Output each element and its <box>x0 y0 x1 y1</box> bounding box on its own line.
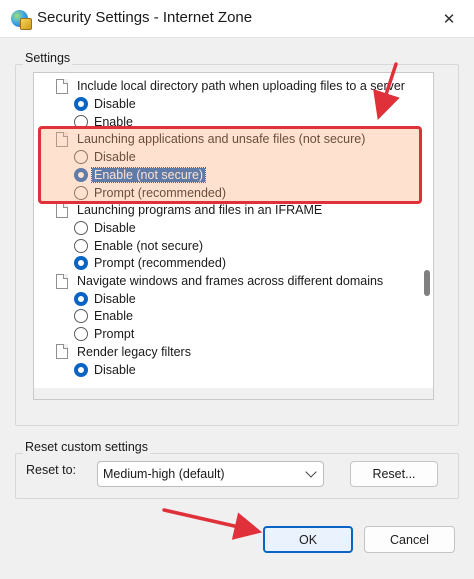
radio-unchecked-icon[interactable] <box>74 327 88 342</box>
arrow-to-ok <box>162 508 263 540</box>
radio-checked-icon[interactable] <box>74 256 88 271</box>
radio-option[interactable]: Disable <box>74 361 136 379</box>
radio-checked-icon[interactable] <box>74 362 88 377</box>
option-label: Enable <box>94 309 133 324</box>
option-label: Disable <box>94 362 136 377</box>
reset-group-label: Reset custom settings <box>23 440 150 454</box>
radio-option[interactable]: Disable <box>74 95 136 113</box>
radio-option[interactable]: Prompt <box>74 325 134 343</box>
radio-unchecked-icon[interactable] <box>74 238 88 253</box>
setting-label: Include local directory path when upload… <box>77 79 405 93</box>
settings-group-label: Settings <box>23 51 73 65</box>
chevron-down-icon <box>305 466 317 478</box>
option-label: Prompt (recommended) <box>94 256 226 271</box>
reset-level-select[interactable]: Medium-high (default) <box>97 461 324 487</box>
page-icon <box>56 344 68 360</box>
cancel-button[interactable]: Cancel <box>364 526 455 553</box>
close-button[interactable]: ✕ <box>432 4 466 34</box>
option-label: Disable <box>94 291 136 306</box>
option-label: Enable (not secure) <box>94 238 204 253</box>
radio-option[interactable]: Prompt (recommended) <box>74 254 226 272</box>
option-label: Disable <box>94 220 136 235</box>
radio-option[interactable]: Disable <box>74 219 136 237</box>
title-bar: Security Settings - Internet Zone ✕ <box>0 0 474 38</box>
window-title: Security Settings - Internet Zone <box>37 9 253 26</box>
page-icon <box>56 78 68 94</box>
radio-checked-icon[interactable] <box>74 291 88 306</box>
setting-row-cut[interactable]: Include local directory path when upload… <box>56 77 405 95</box>
annotation-highlight-box <box>38 126 422 204</box>
radio-unchecked-icon[interactable] <box>74 309 88 324</box>
radio-unchecked-icon[interactable] <box>74 220 88 235</box>
internet-zone-icon <box>11 10 32 30</box>
horizontal-scrollbar[interactable] <box>34 388 433 399</box>
page-icon <box>56 202 68 218</box>
vertical-scrollbar-thumb[interactable] <box>424 270 430 296</box>
ok-button[interactable]: OK <box>263 526 353 553</box>
reset-to-label: Reset to: <box>26 463 77 477</box>
setting-label: Launching programs and files in an IFRAM… <box>77 203 323 218</box>
reset-button[interactable]: Reset... <box>350 461 438 487</box>
setting-row[interactable]: Render legacy filters <box>56 343 191 361</box>
reset-level-value: Medium-high (default) <box>103 467 225 481</box>
page-icon <box>56 273 68 289</box>
settings-list[interactable]: Include local directory path when upload… <box>33 72 434 400</box>
setting-label: Navigate windows and frames across diffe… <box>77 274 384 288</box>
radio-option[interactable]: Disable <box>74 290 136 308</box>
setting-label: Render legacy filters <box>77 344 191 359</box>
option-label: Disable <box>94 97 136 111</box>
radio-checked-icon[interactable] <box>74 97 88 111</box>
option-label: Prompt <box>94 327 135 342</box>
radio-option[interactable]: Enable <box>74 307 133 325</box>
setting-row[interactable]: Navigate windows and frames across diffe… <box>56 272 383 290</box>
radio-option[interactable]: Enable (not secure) <box>74 237 203 255</box>
close-icon: ✕ <box>442 11 456 28</box>
